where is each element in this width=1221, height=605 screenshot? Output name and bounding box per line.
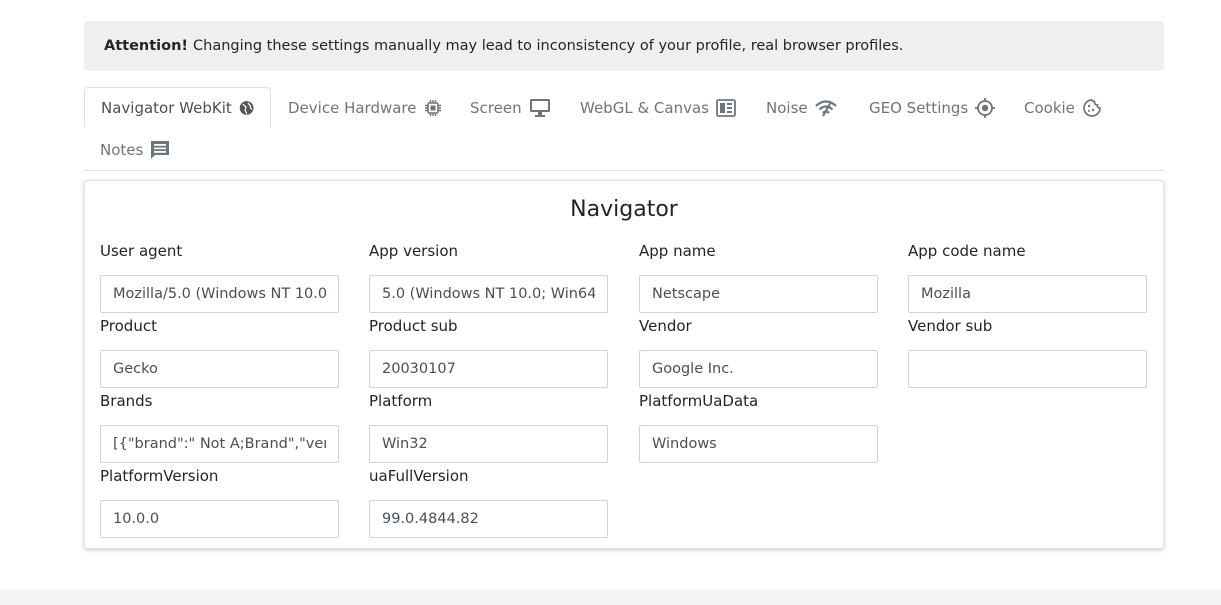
tab-label: Screen [470, 98, 522, 117]
navigator-card: Navigator User agent App version App nam… [84, 180, 1164, 549]
field-label: Product [100, 317, 157, 335]
platform-input[interactable] [369, 425, 608, 463]
card-title: Navigator [570, 197, 678, 222]
platform-ua-data-input[interactable] [639, 425, 878, 463]
product-input[interactable] [100, 350, 339, 388]
field-label: Product sub [369, 317, 458, 335]
brands-input[interactable] [100, 425, 339, 463]
tab-navigator-webkit[interactable]: Navigator WebKit [84, 87, 271, 128]
field-label: PlatformVersion [100, 467, 219, 485]
app-code-name-input[interactable] [908, 275, 1147, 313]
field-label: Vendor sub [908, 317, 993, 335]
product-sub-input[interactable] [369, 350, 608, 388]
user-agent-input[interactable] [100, 275, 339, 313]
signal-icon [814, 99, 837, 116]
tab-label: WebGL & Canvas [580, 98, 709, 117]
field-label: User agent [100, 242, 183, 260]
location-icon [975, 97, 996, 118]
alert-text: Changing these settings manually may lea… [193, 38, 904, 54]
tab-label: Cookie [1024, 98, 1075, 117]
tab-cookie[interactable]: Cookie [1008, 87, 1118, 128]
tab-notes[interactable]: Notes [84, 129, 186, 170]
tab-screen[interactable]: Screen [454, 87, 567, 128]
monitor-icon [529, 98, 550, 117]
page-footer-strip [0, 589, 1221, 605]
field-label: Brands [100, 392, 153, 410]
ua-full-version-input[interactable] [369, 500, 608, 538]
app-name-input[interactable] [639, 275, 878, 313]
globe-icon [239, 100, 254, 115]
tab-webgl-canvas[interactable]: WebGL & Canvas [564, 87, 752, 128]
app-name-field: App name [639, 241, 878, 313]
attention-alert: Attention! Changing these settings manua… [84, 21, 1164, 71]
field-label: Vendor [639, 317, 692, 335]
platform-version-field: PlatformVersion [100, 466, 339, 538]
vendor-sub-field: Vendor sub [908, 316, 1147, 388]
tab-device-hardware[interactable]: Device Hardware [272, 87, 458, 128]
app-version-input[interactable] [369, 275, 608, 313]
platform-version-input[interactable] [100, 500, 339, 538]
tab-noise[interactable]: Noise [750, 87, 853, 128]
tab-label: Noise [766, 98, 808, 117]
chip-icon [424, 99, 441, 116]
platform-field: Platform [369, 391, 608, 463]
field-label: App name [639, 242, 716, 260]
alert-strong: Attention! [104, 38, 189, 54]
field-label: App code name [908, 242, 1026, 260]
tab-label: Device Hardware [288, 98, 417, 117]
field-label: App version [369, 242, 459, 260]
brands-field: Brands [100, 391, 339, 463]
app-code-name-field: App code name [908, 241, 1147, 313]
comment-icon [151, 140, 170, 159]
cookie-icon [1083, 98, 1101, 117]
settings-tabs: Navigator WebKit Device Hardware Screen … [84, 87, 1164, 171]
product-field: Product [100, 316, 339, 388]
app-version-field: App version [369, 241, 608, 313]
tab-geo-settings[interactable]: GEO Settings [853, 87, 1011, 128]
vendor-sub-input[interactable] [908, 350, 1147, 388]
tab-label: Notes [100, 140, 144, 159]
tab-label: GEO Settings [869, 98, 969, 117]
tab-label: Navigator WebKit [101, 98, 232, 117]
user-agent-field: User agent [100, 241, 339, 313]
product-sub-field: Product sub [369, 316, 608, 388]
platform-ua-data-field: PlatformUaData [639, 391, 878, 463]
ua-full-version-field: uaFullVersion [369, 466, 608, 538]
canvas-icon [716, 98, 736, 117]
field-label: Platform [369, 392, 433, 410]
vendor-field: Vendor [639, 316, 878, 388]
vendor-input[interactable] [639, 350, 878, 388]
field-label: uaFullVersion [369, 467, 469, 485]
field-label: PlatformUaData [639, 392, 759, 410]
